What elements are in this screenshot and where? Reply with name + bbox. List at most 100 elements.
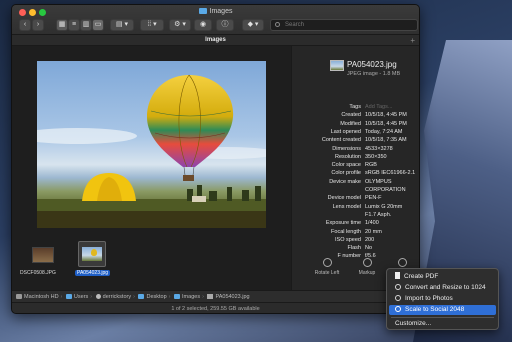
metadata-row: Device model PEN-F — [292, 194, 419, 202]
list-view-button[interactable]: ≡ — [68, 19, 80, 31]
metadata-value: 200 — [365, 236, 375, 243]
file-kind: JPEG image - 1.8 MB — [347, 71, 401, 77]
menu-item-convert-resize[interactable]: Convert and Resize to 1024 — [389, 283, 496, 293]
metadata-key: Device make — [329, 178, 361, 185]
window-title: Images — [12, 8, 419, 15]
menu-item-create-pdf[interactable]: Create PDF — [389, 272, 496, 282]
quick-look-button[interactable]: ◉ — [194, 19, 212, 31]
metadata-key: Dimensions — [332, 145, 361, 152]
menu-item-scale-social[interactable]: Scale to Social 2048 — [389, 305, 496, 315]
metadata-key: Modified — [340, 120, 361, 127]
metadata-row: Color space RGB — [292, 161, 419, 169]
metadata-value: Today, 7:24 AM — [365, 128, 403, 135]
thumbnail-label-selected: PA054023.jpg — [75, 270, 111, 276]
status-bar: 1 of 2 selected, 259.55 GB available — [12, 302, 419, 313]
metadata-value: No — [365, 245, 373, 252]
metadata-value: PEN-F — [365, 195, 382, 202]
menu-separator — [391, 317, 494, 318]
metadata-row: Modified 10/5/18, 4:45 PM — [292, 120, 419, 128]
metadata-value: 4533×3278 — [365, 145, 393, 152]
metadata-row: Created 10/5/18, 4:45 PM — [292, 111, 419, 119]
hot-air-balloon-image — [37, 74, 266, 228]
column-view-button[interactable]: ▥ — [80, 19, 92, 31]
hard-drive-icon — [16, 294, 22, 299]
dropbox-button[interactable]: ◆ ▾ — [242, 19, 264, 31]
menu-item-import-photos[interactable]: Import to Photos — [389, 294, 496, 304]
folder-icon — [138, 294, 145, 299]
add-tab-button[interactable]: + — [410, 35, 415, 46]
metadata-key: Resolution — [335, 153, 361, 160]
metadata-row: Lens model Lumix G 20mm — [292, 203, 419, 211]
metadata-value: 350×350 — [365, 153, 387, 160]
metadata-key: Color profile — [331, 170, 361, 177]
metadata-value: F1.7 Asph. — [365, 211, 392, 218]
gear-icon — [395, 284, 401, 290]
metadata-key: Tags — [349, 104, 361, 110]
gallery-view-button[interactable]: ▭ — [92, 19, 104, 31]
metadata-row: Dimensions 4533×3278 — [292, 145, 419, 153]
metadata-row: Last opened Today, 7:24 AM — [292, 128, 419, 136]
user-icon — [95, 294, 101, 299]
menu-item-customize[interactable]: Customize... — [389, 319, 496, 329]
metadata-key: Last opened — [330, 128, 361, 135]
metadata-row: F1.7 Asph. — [292, 211, 419, 219]
get-info-button[interactable]: ⓘ — [216, 19, 234, 31]
tags-field[interactable]: Add Tags... — [365, 103, 392, 111]
tab-images[interactable]: Images + — [12, 35, 419, 46]
metadata-value: 10/5/18, 7:35 AM — [365, 137, 407, 144]
metadata-value: 10/5/18, 4:45 PM — [365, 120, 407, 127]
metadata-value: 1/400 — [365, 220, 379, 227]
thumbnail-dscf0508[interactable] — [32, 247, 54, 263]
metadata-row: Color profile sRGB IEC61966-2.1 — [292, 169, 419, 177]
gallery-view: DSCF0508.JPG PA054023.jpg — [12, 46, 291, 290]
markup-icon — [362, 258, 372, 267]
preview-pane: PA054023.jpg JPEG image - 1.8 MB Tags Add… — [291, 46, 419, 290]
folder-icon — [65, 294, 72, 299]
metadata-row: CORPORATION — [292, 186, 419, 194]
metadata-key: Device model — [327, 195, 361, 202]
document-icon — [395, 272, 400, 279]
image-file-icon — [207, 294, 214, 299]
quick-actions-menu: Create PDF Convert and Resize to 1024 Im… — [386, 268, 499, 330]
markup-button[interactable]: Markup — [352, 258, 382, 276]
metadata-key: Created — [341, 112, 361, 119]
metadata-key: ISO speed — [335, 236, 361, 243]
action-gear-button[interactable]: ⚙ ▾ — [169, 19, 191, 31]
metadata-value: Lumix G 20mm — [365, 203, 403, 210]
thumbnail-label: DSCF0508.JPG — [20, 270, 56, 276]
gear-icon — [395, 295, 401, 301]
icon-view-button[interactable]: ▦ — [56, 19, 68, 31]
metadata-key: Exposure time — [325, 220, 361, 227]
metadata-value: CORPORATION — [365, 187, 406, 193]
metadata-row: Exposure time 1/400 — [292, 219, 419, 227]
balloon-mini — [91, 249, 97, 256]
finder-window: Images ‹ › ▦ ≡ ▥ ▭ ▤ ▾ ⁞⁞ ▾ ⚙ ▾ ◉ ⓘ ◆ ▾ … — [11, 4, 420, 314]
path-bar: Macintosh HD › Users › derrickstory › Deskt… — [12, 290, 419, 302]
forward-button[interactable]: › — [32, 19, 44, 31]
arrange-button[interactable]: ⁞⁞ ▾ — [140, 19, 164, 31]
metadata-row: Focal length 20 mm — [292, 228, 419, 236]
preview-image — [37, 61, 266, 228]
file-name: PA054023.jpg — [347, 60, 397, 69]
metadata-key: Flash — [347, 245, 361, 252]
metadata-row: Device make OLYMPUS — [292, 178, 419, 186]
file-thumbnail — [330, 60, 344, 71]
metadata-key: Focal length — [331, 228, 361, 235]
rotate-left-button[interactable]: Rotate Left — [312, 258, 342, 276]
folder-icon — [198, 8, 207, 14]
metadata-row[interactable]: Tags Add Tags... — [292, 103, 419, 111]
gear-icon — [395, 306, 401, 312]
back-button[interactable]: ‹ — [19, 19, 31, 31]
title-bar: Images ‹ › ▦ ≡ ▥ ▭ ▤ ▾ ⁞⁞ ▾ ⚙ ▾ ◉ ⓘ ◆ ▾ … — [12, 5, 419, 35]
metadata-value: 10/5/18, 4:45 PM — [365, 112, 407, 119]
metadata-key: Color space — [331, 162, 361, 169]
group-by-button[interactable]: ▤ ▾ — [110, 19, 134, 31]
more-icon — [397, 258, 407, 267]
metadata-row: Content created 10/5/18, 7:35 AM — [292, 136, 419, 144]
search-input[interactable]: Search — [270, 19, 418, 31]
metadata-value: 20 mm — [365, 228, 382, 235]
thumbnail-pa054023[interactable] — [78, 241, 106, 267]
metadata-row: Flash No — [292, 244, 419, 252]
metadata-value: RGB — [365, 162, 377, 169]
metadata-value: OLYMPUS — [365, 178, 392, 185]
